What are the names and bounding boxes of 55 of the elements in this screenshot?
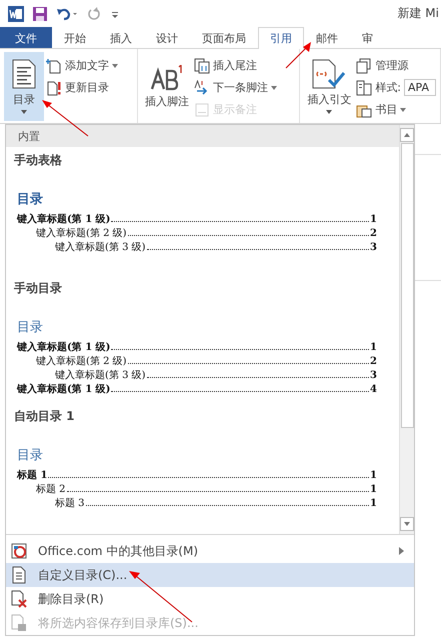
ribbon-large-button[interactable]: 插入引文 <box>304 52 354 121</box>
ribbon-tab[interactable]: 设计 <box>144 27 190 48</box>
caret-icon <box>326 110 332 114</box>
caret-icon <box>112 64 118 68</box>
ribbon-small-button[interactable]: 管理源 <box>356 56 436 75</box>
redo-icon[interactable] <box>86 6 102 22</box>
menu-item[interactable]: Office.com 中的其他目录(M) <box>6 539 414 563</box>
word-logo-icon <box>8 6 24 22</box>
scroll-thumb[interactable] <box>400 143 414 428</box>
command-icon <box>46 80 62 96</box>
style-field[interactable]: APA <box>404 79 436 96</box>
annotation-arrow <box>42 100 88 136</box>
save-icon[interactable] <box>32 6 48 22</box>
ribbon-small-button[interactable]: 插入尾注 <box>194 56 278 75</box>
caret-icon <box>21 110 27 114</box>
ribbon-large-button[interactable]: 目录 <box>4 52 44 121</box>
annotation-arrow <box>286 42 311 68</box>
submenu-arrow-icon <box>399 547 404 555</box>
toc-gallery-item[interactable]: 手动目录 目录 键入章标题(第 1 级) 1 键入章标题(第 2 级) 2 键入章标题(第 3 级) 3 键入章标题(第 1 级) 4 <box>6 275 399 403</box>
gallery-header: 内置 <box>6 125 399 147</box>
footnote-icon <box>150 64 184 90</box>
menu-icon <box>10 614 28 632</box>
scroll-down-icon[interactable] <box>400 517 414 531</box>
ribbon-tab[interactable]: 引用 <box>258 27 304 49</box>
ribbon-tab[interactable]: 邮件 <box>304 27 350 48</box>
document-icon <box>12 59 36 89</box>
ribbon-tab[interactable]: 页面布局 <box>190 27 258 48</box>
window-title: 新建 Mi <box>397 5 440 22</box>
style-label: 样式: <box>375 80 402 95</box>
menu-item[interactable]: 自定义目录(C)... <box>6 563 414 587</box>
toc-gallery-item[interactable]: 手动表格 目录 键入章标题(第 1 级) 1 键入章标题(第 2 级) 2 键入章标题(第 3 级) 3 <box>6 147 399 275</box>
citation-icon <box>312 59 346 89</box>
command-icon <box>194 102 210 118</box>
ribbon-tab[interactable]: 审 <box>350 27 385 48</box>
ribbon-large-button[interactable]: 插入脚注 <box>142 52 192 121</box>
command-icon <box>46 58 62 74</box>
toc-gallery-item[interactable]: 自动目录 1 目录 标题 1 1 标题 2 1 标题 3 1 <box>6 403 399 531</box>
ribbon-small-button[interactable]: 下一条脚注 <box>194 78 278 97</box>
ribbon-small-button[interactable]: 添加文字 <box>46 56 118 75</box>
ribbon-small-button[interactable]: 更新目录 <box>46 78 118 97</box>
menu-icon <box>10 566 28 584</box>
caret-icon <box>400 108 406 112</box>
scrollbar[interactable] <box>399 125 414 534</box>
command-icon <box>356 58 372 74</box>
scroll-up-icon[interactable] <box>400 128 414 142</box>
menu-item[interactable]: 删除目录(R) <box>6 587 414 611</box>
ribbon-tab[interactable]: 插入 <box>98 27 144 48</box>
ribbon-small-button[interactable]: 书目 <box>356 100 436 119</box>
style-icon <box>356 80 372 96</box>
ribbon-tab[interactable]: 文件 <box>0 27 52 48</box>
menu-icon <box>10 590 28 608</box>
caret-icon <box>271 86 278 90</box>
command-icon <box>194 58 210 74</box>
menu-icon <box>10 542 28 560</box>
ribbon-tab[interactable]: 开始 <box>52 27 98 48</box>
